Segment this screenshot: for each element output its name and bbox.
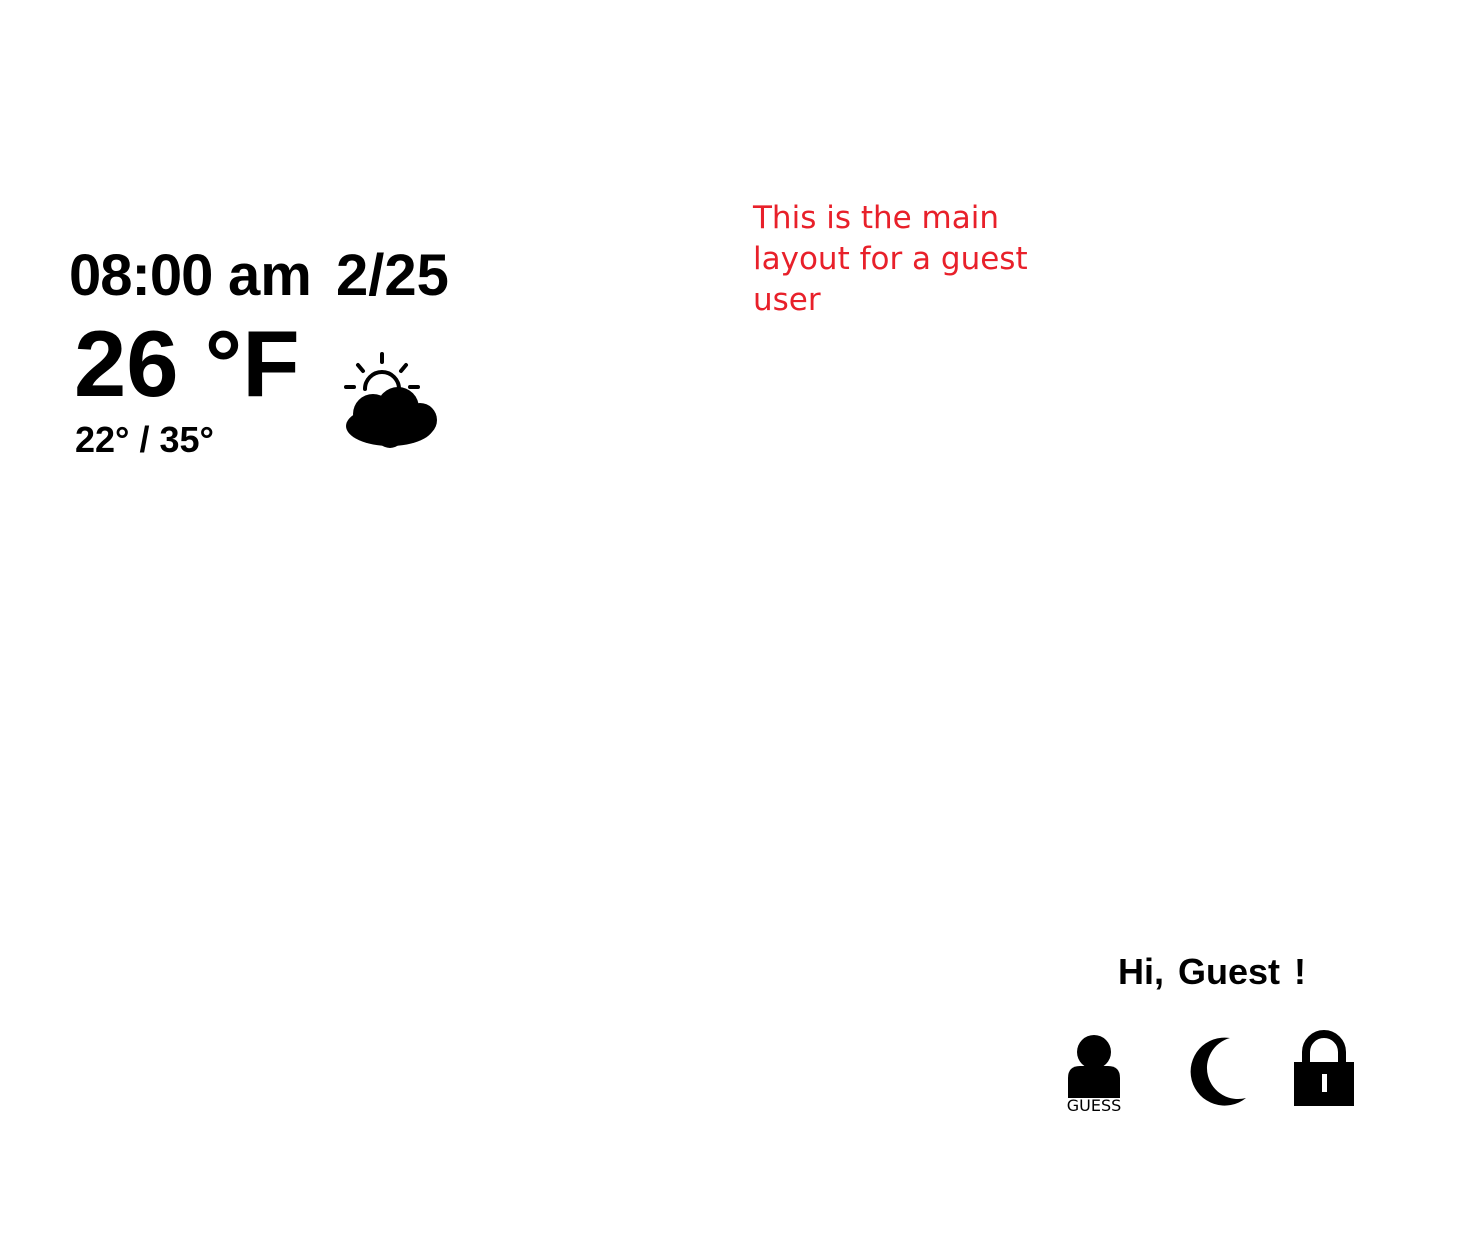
greeting-text: Hi, Guest ! [1118, 951, 1307, 992]
lock-icon [1294, 1030, 1354, 1106]
partly-cloudy-icon [336, 346, 446, 456]
user-label: GUESS [1066, 1096, 1122, 1115]
temperature-range: 22° / 35° [75, 419, 214, 460]
user-icon [1068, 1035, 1120, 1098]
guest-user-button[interactable]: GUESS [1060, 1030, 1128, 1122]
lock-button[interactable] [1290, 1030, 1358, 1110]
clock-time: 08:00 [69, 243, 213, 308]
clock-period: am [228, 243, 312, 308]
current-temperature: 26 °F [74, 311, 300, 416]
annotation-note: This is the main layout for a guest user [753, 200, 1028, 318]
sleep-button[interactable] [1178, 1034, 1252, 1110]
clock-date: 2/25 [336, 243, 449, 308]
moon-icon [1190, 1037, 1246, 1106]
